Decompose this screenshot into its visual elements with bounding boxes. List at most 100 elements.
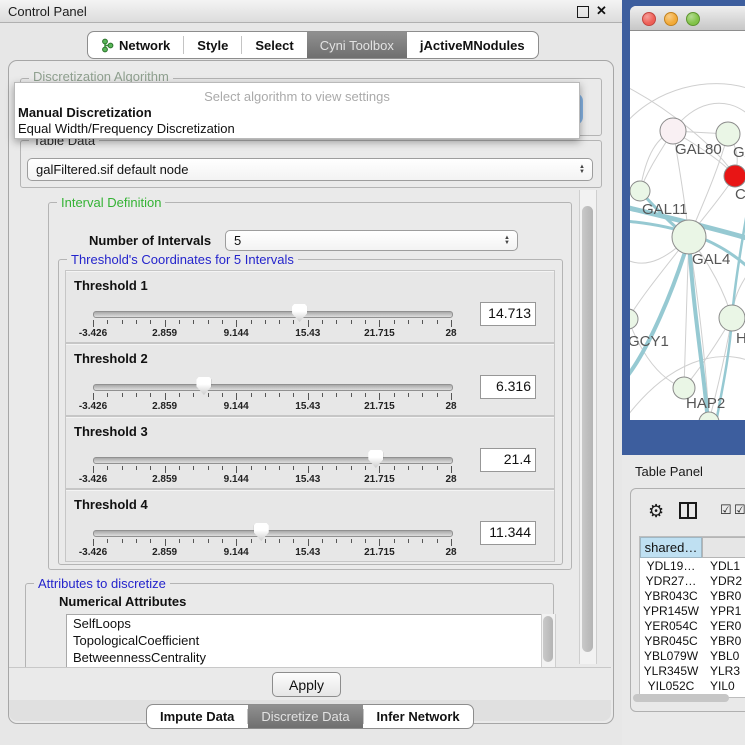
gear-icon[interactable]: ⚙ [648,501,664,522]
dropdown-hint: Select algorithm to view settings [15,89,579,104]
tick-mark [322,320,323,324]
column-header-shared-name[interactable]: shared… [640,537,702,558]
table-row[interactable]: YBL079WYBL0 [640,648,745,663]
list-item[interactable]: TopologicalCoefficient [67,632,542,649]
network-node[interactable] [724,165,745,187]
table-hscrollbar-thumb[interactable] [633,694,729,702]
tab-network[interactable]: Network [88,32,183,58]
table-row[interactable]: YLR345WYLR3 [640,663,745,678]
network-node[interactable] [716,122,740,146]
attributes-group: Attributes to discretize Numerical Attri… [25,583,554,667]
table-row[interactable]: YIL052CYIL0 [640,678,745,693]
tab-label: Style [197,38,228,53]
tick-mark [394,539,395,543]
tick-label: -3.426 [79,474,107,485]
threshold-value-field[interactable]: 6.316 [480,375,536,399]
threshold-value-field[interactable]: 21.4 [480,448,536,472]
tick-label: -3.426 [79,547,107,558]
tick-mark [351,466,352,470]
table-panel-title: Table Panel [635,464,703,479]
float-window-icon[interactable] [577,6,589,18]
network-node[interactable] [630,309,638,329]
tick-mark [451,539,452,546]
list-scrollbar[interactable] [541,614,556,667]
tick-mark [165,539,166,546]
tick-label: 15.43 [295,474,320,485]
table-row[interactable]: YPR145WYPR1 [640,603,745,618]
network-node[interactable] [630,181,650,201]
cell-shared-name: YDR27… [640,574,702,588]
network-node-label: GA [733,144,745,161]
table-row[interactable]: YER054CYER0 [640,618,745,633]
tick-mark [351,539,352,543]
tab-label: Cyni Toolbox [320,38,394,53]
list-scrollbar-thumb[interactable] [543,616,553,662]
dropdown-option[interactable]: Equal Width/Frequency Discretization [18,121,235,136]
threshold-value-field[interactable]: 14.713 [480,302,536,326]
tab-cyni-toolbox[interactable]: Cyni Toolbox [307,32,407,58]
network-canvas[interactable]: GAL80GACGAL11GAL4GCY1HHAP2 [630,31,745,420]
tab-infer-network[interactable]: Infer Network [364,705,473,728]
table-row[interactable]: YDR27…YDR2 [640,573,745,588]
tab-style[interactable]: Style [184,32,241,58]
tick-mark [136,393,137,397]
column-header-name[interactable]: n [702,537,745,558]
table-row[interactable]: YBR045CYBR0 [640,633,745,648]
tick-mark [422,320,423,324]
cell-name: YBR0 [702,634,741,648]
network-node[interactable] [719,305,745,331]
tab-select[interactable]: Select [242,32,306,58]
settings-scrollbar[interactable] [579,190,597,664]
network-node-label: GAL80 [675,141,722,158]
network-node[interactable] [699,412,719,420]
tab-label: Network [119,38,170,53]
tick-mark [193,539,194,543]
slider-track[interactable] [93,457,453,464]
cell-name: YDL1 [702,559,740,573]
slider-track[interactable] [93,384,453,391]
close-icon[interactable]: ✕ [596,3,607,19]
table-data-combobox[interactable]: galFiltered.sif default node ▲▼ [27,158,593,181]
tab-jactivemnodules[interactable]: jActiveMNodules [407,32,538,58]
interval-definition-group: Interval Definition Number of Intervals … [48,202,572,570]
right-side: GAL80GACGAL11GAL4GCY1HHAP2 Table Panel ⚙… [622,0,745,745]
list-item[interactable]: SelfLoops [67,615,542,632]
tick-mark [279,539,280,543]
threshold-panel: Threshold 1-3.4262.8599.14415.4321.71528… [65,270,555,343]
number-of-intervals-combobox[interactable]: 5 ▲▼ [225,230,518,251]
apply-button[interactable]: Apply [272,672,341,697]
number-of-intervals-value: 5 [234,233,241,248]
checkbox-icon[interactable]: ☑ [734,502,745,518]
tick-mark [251,393,252,397]
zoom-traffic-light-icon[interactable] [686,12,700,26]
list-item[interactable]: BetweennessCentrality [67,649,542,666]
slider-track[interactable] [93,311,453,318]
close-traffic-light-icon[interactable] [642,12,656,26]
network-node[interactable] [672,220,706,254]
tick-mark [251,466,252,470]
network-node-label: GAL11 [642,201,688,218]
tick-mark [336,539,337,543]
dropdown-option[interactable]: Manual Discretization [18,105,152,120]
settings-scrollbar-thumb[interactable] [582,206,593,652]
network-graph[interactable]: GAL80GACGAL11GAL4GCY1HHAP2 [630,31,745,420]
tick-label: 2.859 [152,401,177,412]
tick-mark [150,393,151,397]
tick-mark [293,466,294,470]
table-row[interactable]: YDL19…YDL1 [640,558,745,573]
tab-discretize-data[interactable]: Discretize Data [248,705,362,728]
numerical-attributes-list[interactable]: SelfLoopsTopologicalCoefficientBetweenne… [66,614,543,667]
table-row[interactable]: YBR043CYBR0 [640,588,745,603]
tick-mark [93,393,94,400]
minimize-traffic-light-icon[interactable] [664,12,678,26]
tick-label: 9.144 [224,474,249,485]
checkbox-icon[interactable]: ☑ [720,502,732,518]
tick-mark [208,539,209,543]
threshold-value-field[interactable]: 11.344 [480,521,536,545]
node-table[interactable]: shared… n YDL19…YDL1YDR27…YDR2YBR043CYBR… [639,536,745,698]
tick-labels: -3.4262.8599.14415.4321.71528 [93,328,451,340]
split-columns-icon[interactable] [679,502,697,519]
slider-track[interactable] [93,530,453,537]
tick-mark [451,466,452,473]
tab-impute-data[interactable]: Impute Data [147,705,247,728]
